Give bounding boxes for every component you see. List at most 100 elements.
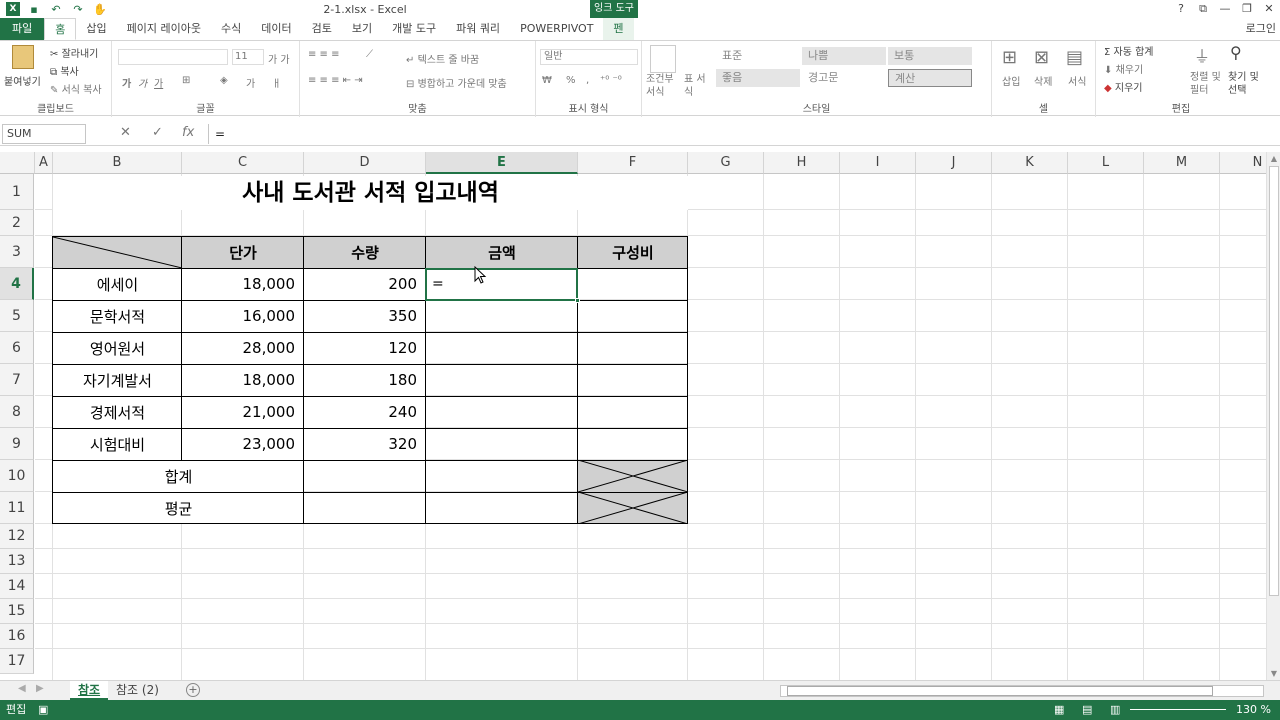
item-name-cell[interactable]: 영어원서 (53, 332, 182, 364)
orientation-icon[interactable]: ⟋ (366, 49, 373, 60)
row-header-17[interactable]: 17 (0, 649, 34, 674)
style-warning[interactable]: 경고문 (802, 69, 886, 87)
tab-formulas[interactable]: 수식 (211, 18, 251, 40)
item-price-cell[interactable]: 18,000 (182, 364, 304, 396)
column-header-h[interactable]: H (764, 152, 840, 174)
currency-icon[interactable]: ₩ (542, 75, 552, 86)
row-header-12[interactable]: 12 (0, 524, 34, 549)
column-header-c[interactable]: C (182, 152, 304, 174)
align-top-icon[interactable]: ≡ ≡ ≡ (308, 49, 340, 60)
column-header-e[interactable]: E (426, 152, 578, 174)
row-header-6[interactable]: 6 (0, 332, 34, 364)
item-qty-cell[interactable]: 180 (304, 364, 426, 396)
autosum-button[interactable]: Σ 자동 합계 (1104, 43, 1154, 58)
cancel-icon[interactable]: ✕ (120, 125, 131, 140)
fill-button[interactable]: ⬇ 채우기 (1104, 61, 1143, 76)
item-name-cell[interactable]: 자기계발서 (53, 364, 182, 396)
row-header-9[interactable]: 9 (0, 428, 34, 460)
row-header-3[interactable]: 3 (0, 236, 34, 268)
conditional-format-icon[interactable] (650, 45, 676, 73)
sheet-tab-active[interactable]: 참조 (70, 681, 109, 700)
cut-button[interactable]: ✂ 잘라내기 (50, 45, 98, 60)
tab-data[interactable]: 데이터 (251, 18, 301, 40)
item-qty-cell[interactable]: 350 (304, 300, 426, 332)
paste-icon[interactable] (12, 45, 34, 69)
total-label[interactable]: 합계 (53, 461, 304, 492)
vertical-scrollbar[interactable]: ▲ ▼ (1266, 152, 1280, 680)
wrap-text-button[interactable]: ↵ 텍스트 줄 바꿈 (406, 51, 479, 66)
select-all-corner[interactable] (0, 152, 35, 174)
row-header-8[interactable]: 8 (0, 396, 34, 428)
formula-input[interactable]: = (208, 124, 1266, 144)
item-name-cell[interactable]: 경제서적 (53, 396, 182, 428)
worksheet-grid[interactable]: A B C D E F G H I J K L M N 1 2 3 4 5 6 … (0, 152, 1266, 680)
tab-review[interactable]: 검토 (302, 18, 342, 40)
fill-color-icon[interactable]: ◈ (220, 75, 228, 86)
enter-icon[interactable]: ✓ (152, 125, 163, 140)
insert-function-icon[interactable]: fx (182, 125, 194, 140)
row-header-14[interactable]: 14 (0, 574, 34, 599)
zoom-level[interactable]: 130 % (1236, 700, 1271, 720)
column-header-d[interactable]: D (304, 152, 426, 174)
average-label[interactable]: 평균 (53, 493, 304, 524)
item-price-cell[interactable]: 21,000 (182, 396, 304, 428)
tab-view[interactable]: 보기 (342, 18, 382, 40)
underline-button[interactable]: 가 (154, 75, 163, 90)
font-color-icon[interactable]: 가 (246, 75, 255, 90)
column-header-m[interactable]: M (1144, 152, 1220, 174)
binoculars-icon[interactable]: ⚲ (1230, 43, 1242, 62)
ribbon-display-icon[interactable]: ⧉ (1192, 0, 1214, 18)
page-layout-view-icon[interactable]: ▤ (1082, 700, 1092, 720)
conditional-format-button[interactable]: 조건부 서식 (646, 73, 680, 99)
item-qty-cell[interactable]: 320 (304, 428, 426, 460)
column-header-a[interactable]: A (35, 152, 53, 174)
grow-font-icon[interactable]: 가 가 (268, 51, 290, 66)
item-name-cell[interactable]: 에세이 (53, 268, 182, 300)
tab-power-query[interactable]: 파워 쿼리 (446, 18, 510, 40)
item-price-cell[interactable]: 18,000 (182, 268, 304, 300)
style-neutral[interactable]: 보통 (888, 47, 972, 65)
minimize-icon[interactable]: — (1214, 0, 1236, 18)
clear-button[interactable]: ◆ 지우기 (1104, 79, 1143, 94)
item-price-cell[interactable]: 28,000 (182, 332, 304, 364)
row-header-2[interactable]: 2 (0, 210, 34, 236)
delete-cells-icon[interactable]: ⊠ (1034, 47, 1049, 68)
restore-icon[interactable]: ❐ (1236, 0, 1258, 18)
decimal-icon[interactable]: ⁺⁰ ⁻⁰ (600, 75, 622, 86)
horizontal-scrollbar[interactable] (780, 685, 1264, 697)
normal-view-icon[interactable]: ▦ (1054, 700, 1064, 720)
font-size-select[interactable]: 11 (232, 49, 264, 65)
close-icon[interactable]: ✕ (1258, 0, 1280, 18)
tab-file[interactable]: 파일 (0, 18, 45, 40)
login-link[interactable]: 로그인 (1246, 18, 1276, 40)
column-header-b[interactable]: B (53, 152, 182, 174)
column-header-k[interactable]: K (992, 152, 1068, 174)
number-format-select[interactable]: 일반 (540, 49, 638, 65)
copy-button[interactable]: ⧉ 복사 (50, 63, 79, 78)
item-name-cell[interactable]: 문학서적 (53, 300, 182, 332)
format-cells-icon[interactable]: ▤ (1066, 47, 1083, 68)
tab-home[interactable]: 홈 (44, 18, 77, 40)
item-price-cell[interactable]: 16,000 (182, 300, 304, 332)
row-header-10[interactable]: 10 (0, 460, 34, 492)
horizontal-scroll-thumb[interactable] (787, 686, 1213, 696)
zoom-slider[interactable] (1130, 709, 1226, 710)
item-name-cell[interactable]: 시험대비 (53, 428, 182, 460)
row-header-4[interactable]: 4 (0, 268, 34, 300)
phonetic-icon[interactable]: ㅐ (272, 75, 281, 90)
table-format-button[interactable]: 표 서식 (684, 73, 708, 99)
align-left-icon[interactable]: ≡ ≡ ≡ ⇤ ⇥ (308, 75, 363, 86)
find-select-button[interactable]: 찾기 및 선택 (1228, 71, 1264, 97)
tab-developer[interactable]: 개발 도구 (382, 18, 446, 40)
percent-button[interactable]: % (566, 75, 576, 86)
vertical-scroll-thumb[interactable] (1269, 166, 1279, 596)
style-good[interactable]: 좋음 (716, 69, 800, 87)
merge-center-button[interactable]: ⊟ 병합하고 가운데 맞춤 (406, 75, 507, 90)
item-qty-cell[interactable]: 240 (304, 396, 426, 428)
format-painter-button[interactable]: ✎ 서식 복사 (50, 81, 102, 96)
column-header-j[interactable]: J (916, 152, 992, 174)
page-break-view-icon[interactable]: ▥ (1110, 700, 1120, 720)
comma-button[interactable]: , (586, 75, 589, 86)
format-cells-button[interactable]: 서식 (1068, 73, 1086, 88)
italic-button[interactable]: 가 (138, 75, 147, 90)
